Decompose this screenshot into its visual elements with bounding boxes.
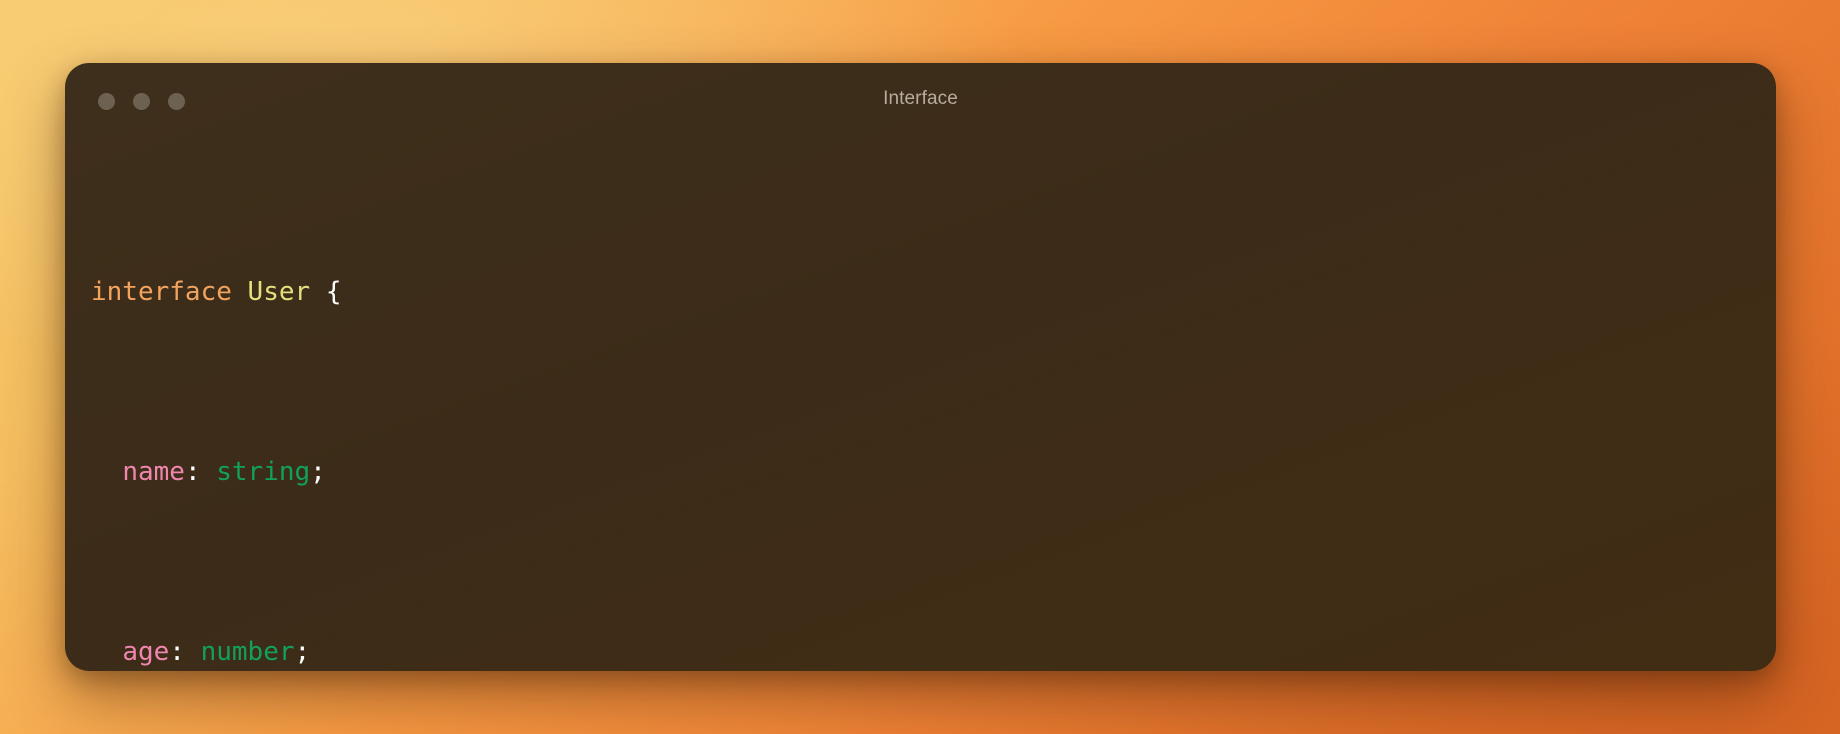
token-colon: : [184,457,201,487]
token-interface-name: User [247,277,311,307]
code-window: Interface interface User { name: string;… [65,63,1776,671]
minimize-window-icon[interactable] [133,93,150,110]
window-titlebar: Interface [65,63,1776,135]
code-editor[interactable]: interface User { name: string; age: numb… [65,135,1776,671]
token-property-age: age [122,637,170,667]
code-line-3: age: number; [91,630,1750,671]
traffic-lights[interactable] [98,93,185,110]
token-type-string: string [216,457,311,487]
maximize-window-icon[interactable] [168,93,185,110]
code-line-2: name: string; [91,450,1750,495]
token-type-number: number [200,637,295,667]
token-keyword-interface: interface [91,277,232,307]
token-colon: : [169,637,185,667]
token-open-brace: { [325,277,342,307]
close-window-icon[interactable] [98,93,115,110]
token-property-name: name [122,457,185,487]
window-title: Interface [883,88,958,109]
token-semicolon: ; [310,457,326,487]
token-semicolon: ; [294,637,311,667]
code-line-1: interface User { [91,270,1750,315]
